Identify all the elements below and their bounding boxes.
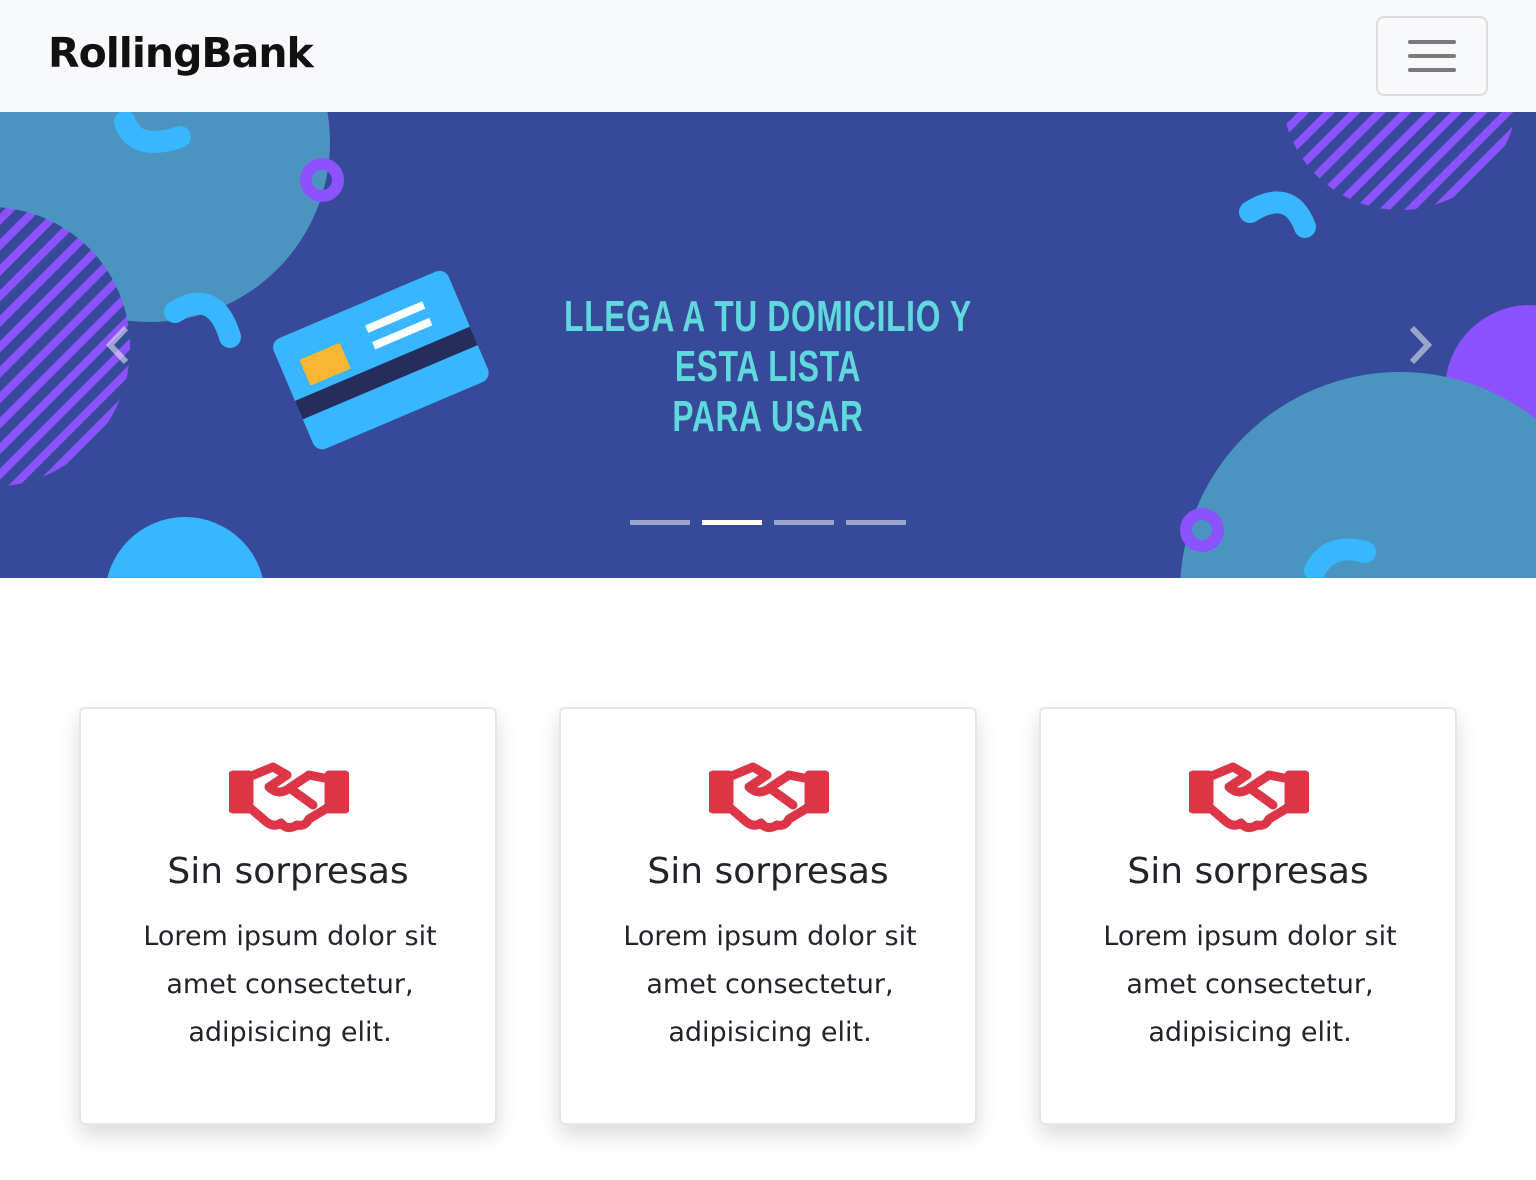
carousel-prev-button[interactable] — [98, 320, 138, 370]
carousel-indicator[interactable] — [630, 520, 690, 525]
hamburger-menu-icon — [1408, 40, 1456, 44]
carousel-caption: LLEGA A TU DOMICILIO Y ESTA LISTA PARA U… — [552, 292, 984, 442]
handshake-icon — [1189, 762, 1309, 833]
handshake-icon — [229, 762, 349, 833]
carousel-indicator-active[interactable] — [702, 520, 762, 525]
hamburger-menu-icon-bar — [1408, 68, 1456, 72]
chevron-right-icon — [1409, 325, 1433, 365]
hamburger-menu-icon-bar — [1408, 54, 1456, 58]
chevron-left-icon — [105, 325, 129, 365]
feature-card: Sin sorpresas Lorem ipsum dolor sit amet… — [1039, 707, 1457, 1125]
hero-carousel: LLEGA A TU DOMICILIO Y ESTA LISTA PARA U… — [0, 112, 1536, 578]
carousel-next-button[interactable] — [1400, 320, 1440, 370]
feature-card: Sin sorpresas Lorem ipsum dolor sit amet… — [79, 707, 497, 1125]
card-text: Lorem ipsum dolor sit amet consectetur, … — [1103, 921, 1397, 1048]
carousel-caption-line: LLEGA A TU DOMICILIO Y ESTA LISTA — [564, 292, 972, 391]
handshake-icon — [709, 762, 829, 833]
brand-logo[interactable]: RollingBank — [48, 28, 314, 78]
feature-card: Sin sorpresas Lorem ipsum dolor sit amet… — [559, 707, 977, 1125]
carousel-indicator[interactable] — [774, 520, 834, 525]
navbar: RollingBank — [0, 0, 1536, 112]
card-text: Lorem ipsum dolor sit amet consectetur, … — [143, 921, 437, 1048]
carousel-indicator[interactable] — [846, 520, 906, 525]
navbar-toggler-button[interactable] — [1376, 16, 1488, 96]
card-title: Sin sorpresas — [647, 851, 889, 892]
card-text: Lorem ipsum dolor sit amet consectetur, … — [623, 921, 917, 1048]
card-title: Sin sorpresas — [1127, 851, 1369, 892]
carousel-caption-line: PARA USAR — [672, 392, 864, 441]
card-title: Sin sorpresas — [167, 851, 409, 892]
